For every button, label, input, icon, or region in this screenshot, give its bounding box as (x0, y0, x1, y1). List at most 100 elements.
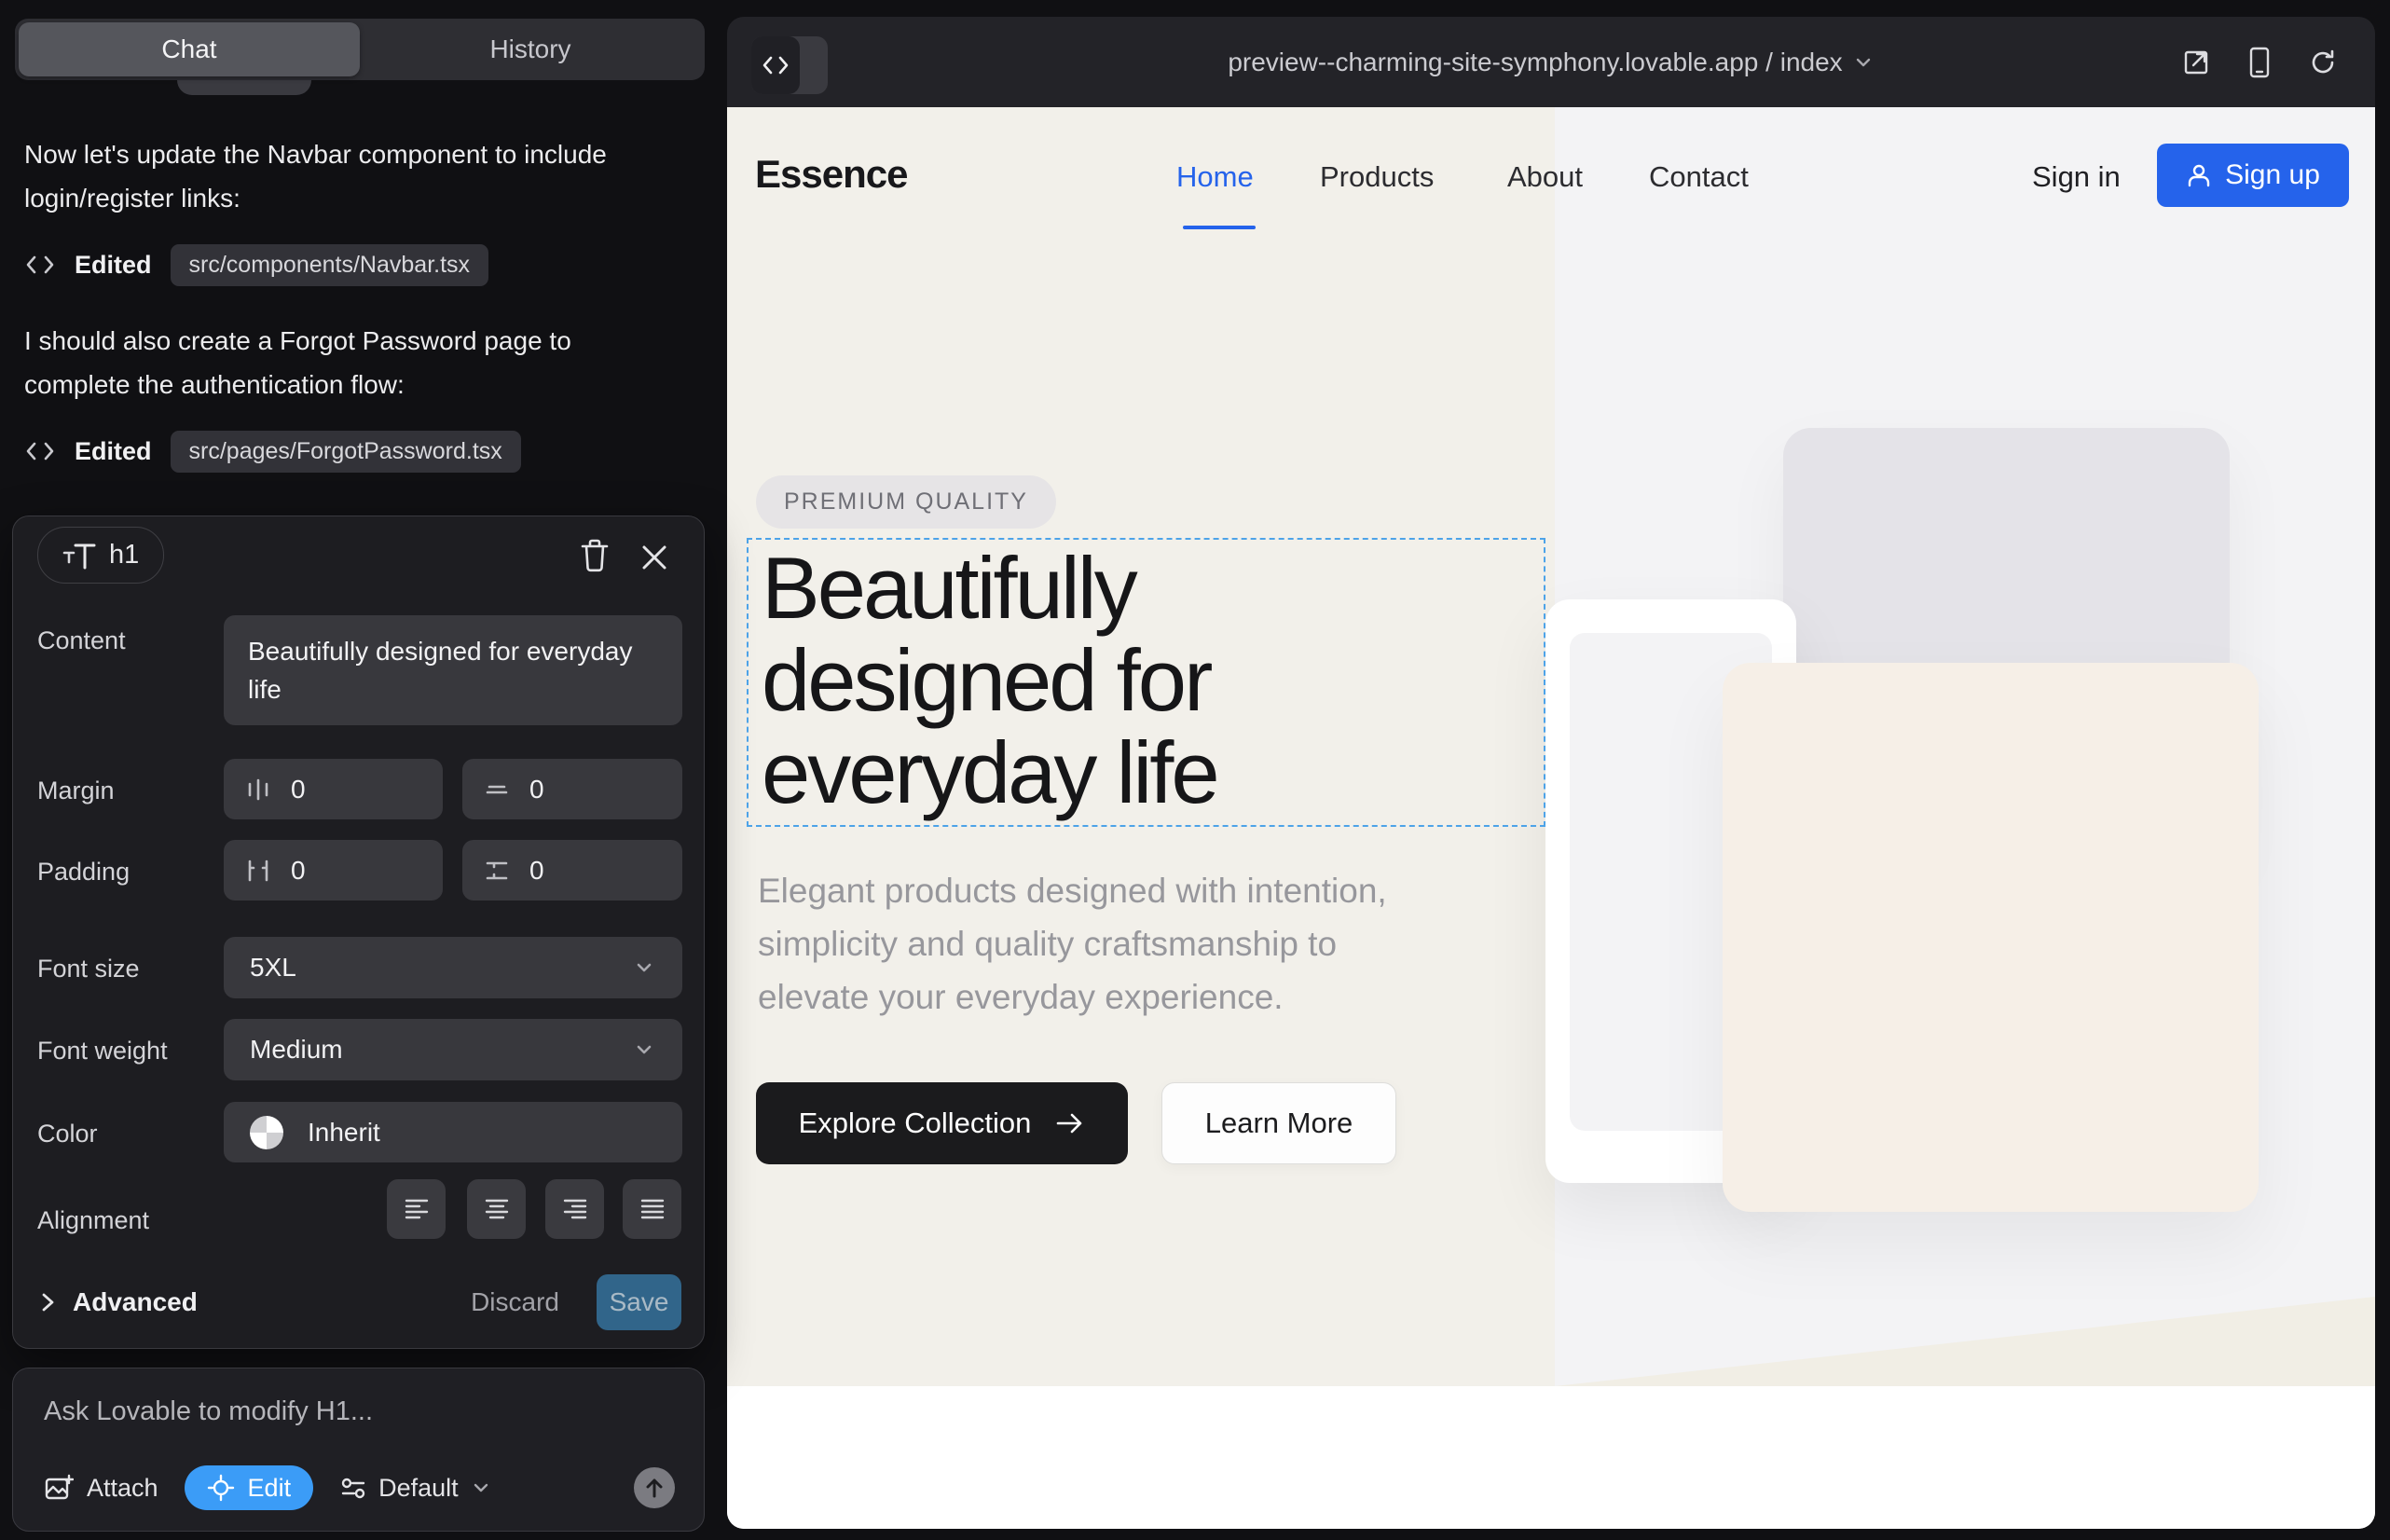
edited-label: Edited (75, 251, 152, 280)
selected-element-pill[interactable]: h1 (37, 527, 164, 584)
mobile-view-button[interactable] (2241, 44, 2278, 81)
font-weight-select[interactable]: Medium (224, 1019, 682, 1080)
explore-collection-button[interactable]: Explore Collection (756, 1082, 1128, 1164)
hero-paragraph-line: elevate your everyday experience. (758, 970, 1387, 1024)
h1-selection-outline[interactable]: Beautifully designed for everyday life (747, 538, 1545, 827)
chevron-down-icon (632, 956, 656, 980)
sign-up-button[interactable]: Sign up (2157, 144, 2349, 207)
edited-file-row: Edited src/components/Navbar.tsx (24, 244, 488, 285)
nav-link-products[interactable]: Products (1320, 160, 1434, 194)
send-button[interactable] (634, 1467, 675, 1508)
font-size-select[interactable]: 5XL (224, 937, 682, 998)
hero-paragraph: Elegant products designed with intention… (758, 864, 1387, 1024)
align-justify-button[interactable] (623, 1179, 681, 1239)
chat-message: I should also create a Forgot Password p… (24, 319, 682, 406)
padding-label: Padding (37, 858, 130, 887)
browser-actions (2177, 17, 2342, 107)
nav-link-contact[interactable]: Contact (1649, 160, 1749, 194)
close-panel-button[interactable] (636, 539, 673, 576)
sign-up-label: Sign up (2225, 159, 2320, 191)
padding-vertical-value: 0 (529, 856, 544, 886)
chevron-down-icon (470, 1477, 492, 1499)
align-center-button[interactable] (467, 1179, 526, 1239)
align-left-button[interactable] (387, 1179, 446, 1239)
edited-file-row: Edited src/pages/ForgotPassword.tsx (24, 431, 521, 472)
refresh-button[interactable] (2304, 44, 2342, 81)
chevron-down-icon (1852, 51, 1875, 74)
margin-vertical-value: 0 (529, 775, 544, 804)
hero-heading-line: designed for (762, 634, 1217, 726)
advanced-toggle[interactable]: Advanced (73, 1287, 198, 1317)
learn-more-button[interactable]: Learn More (1161, 1082, 1396, 1164)
edited-label: Edited (75, 437, 152, 466)
preview-url[interactable]: preview--charming-site-symphony.lovable.… (727, 17, 2375, 107)
target-icon (207, 1474, 235, 1502)
margin-vertical-icon (483, 776, 511, 804)
default-label: Default (378, 1474, 459, 1503)
padding-horizontal-icon (244, 857, 272, 885)
chat-message: Now let's update the Navbar component to… (24, 132, 682, 220)
padding-horizontal-value: 0 (291, 856, 306, 886)
user-icon (2186, 162, 2212, 188)
hero-paragraph-line: Elegant products designed with intention… (758, 864, 1387, 917)
file-chip[interactable]: src/components/Navbar.tsx (171, 244, 489, 286)
text-type-icon (62, 542, 96, 570)
element-tag-label: h1 (109, 540, 139, 571)
margin-horizontal-value: 0 (291, 775, 306, 804)
code-icon (24, 437, 56, 465)
font-weight-value: Medium (250, 1035, 343, 1065)
hero-card-cream (1723, 663, 2259, 1212)
open-external-button[interactable] (2177, 44, 2215, 81)
preview-window: preview--charming-site-symphony.lovable.… (727, 17, 2375, 1529)
site-logo[interactable]: Essence (755, 152, 907, 197)
align-right-button[interactable] (545, 1179, 604, 1239)
nav-link-about[interactable]: About (1507, 160, 1583, 194)
premium-quality-badge: PREMIUM QUALITY (756, 475, 1056, 529)
hero-heading-line: Beautifully (762, 542, 1217, 634)
font-size-label: Font size (37, 955, 140, 983)
tab-chat[interactable]: Chat (19, 22, 360, 76)
composer-toolbar: Attach Edit Default (44, 1464, 675, 1511)
edit-mode-button[interactable]: Edit (185, 1465, 314, 1510)
attach-image-icon (44, 1473, 74, 1503)
model-default-button[interactable]: Default (339, 1474, 492, 1503)
attach-label: Attach (87, 1474, 158, 1503)
element-editor-panel: h1 Content Beautifully designed for ever… (12, 516, 705, 1349)
content-label: Content (37, 626, 126, 655)
padding-vertical-icon (483, 857, 511, 885)
chat-history-tabs: Chat History (15, 19, 705, 80)
advanced-row: Advanced Discard Save (37, 1273, 681, 1331)
hero-heading-line: everyday life (762, 726, 1217, 818)
margin-vertical-input[interactable]: 0 (462, 759, 682, 819)
file-chip[interactable]: src/pages/ForgotPassword.tsx (171, 431, 521, 473)
sliders-icon (339, 1474, 367, 1502)
chevron-down-icon (632, 1038, 656, 1062)
font-size-value: 5XL (250, 953, 296, 983)
hero-cta-row: Explore Collection Learn More (756, 1082, 1396, 1164)
save-button[interactable]: Save (597, 1274, 681, 1330)
margin-horizontal-icon (244, 776, 272, 804)
discard-button[interactable]: Discard (465, 1286, 565, 1318)
active-nav-underline (1183, 226, 1256, 229)
composer-input[interactable]: Ask Lovable to modify H1... (44, 1396, 650, 1427)
padding-horizontal-input[interactable]: 0 (224, 840, 443, 901)
arrow-right-icon (1055, 1111, 1085, 1135)
chevron-right-icon (37, 1290, 58, 1314)
sign-in-link[interactable]: Sign in (2032, 160, 2121, 194)
color-swatch (250, 1116, 283, 1149)
tab-history[interactable]: History (360, 22, 701, 76)
font-weight-label: Font weight (37, 1037, 168, 1066)
color-select[interactable]: Inherit (224, 1102, 682, 1162)
explore-collection-label: Explore Collection (799, 1107, 1032, 1140)
attach-button[interactable]: Attach (44, 1473, 158, 1503)
code-icon (751, 36, 800, 94)
margin-horizontal-input[interactable]: 0 (224, 759, 443, 819)
nav-link-home[interactable]: Home (1176, 160, 1254, 194)
url-text: preview--charming-site-symphony.lovable.… (1228, 48, 1842, 77)
hero-heading: Beautifully designed for everyday life (762, 542, 1217, 818)
delete-element-button[interactable] (576, 537, 613, 574)
arrow-up-icon (642, 1476, 666, 1500)
padding-vertical-input[interactable]: 0 (462, 840, 682, 901)
code-view-toggle[interactable] (751, 36, 828, 94)
content-input[interactable]: Beautifully designed for everyday life (224, 615, 682, 725)
